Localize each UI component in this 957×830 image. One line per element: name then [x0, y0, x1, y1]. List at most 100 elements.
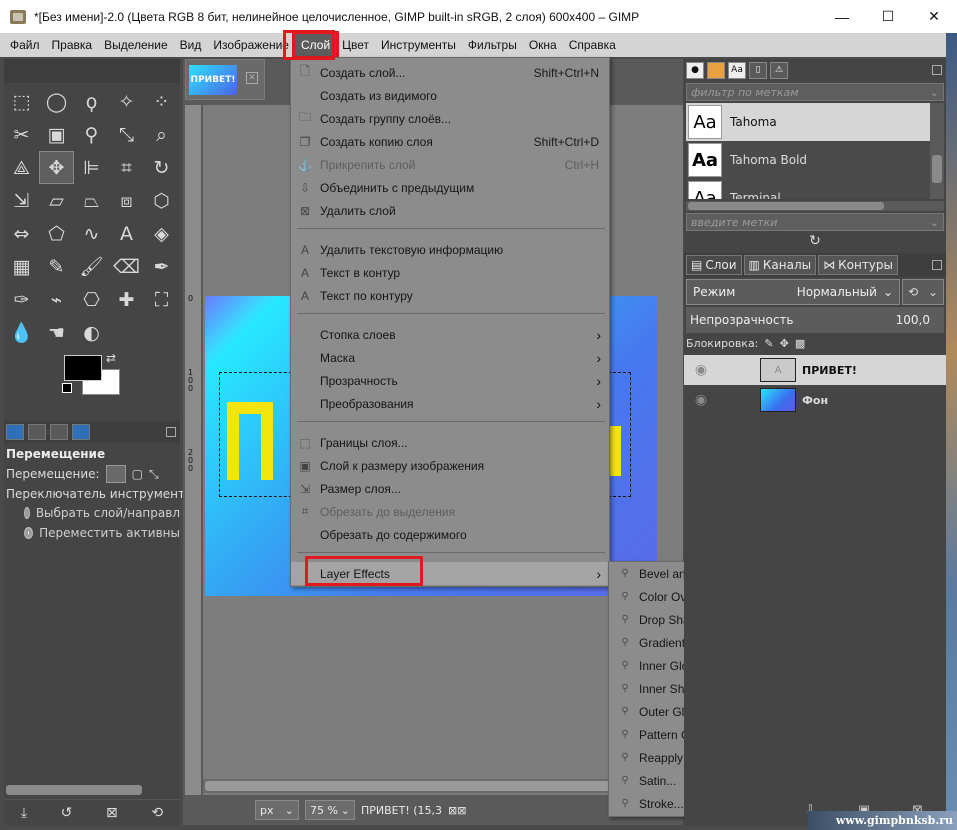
toolbox-scrollbar[interactable]	[4, 783, 180, 797]
dock-menu-icon[interactable]	[932, 65, 942, 75]
measure-icon[interactable]: ⟁	[4, 151, 39, 184]
eraser-icon[interactable]: ⌫	[109, 250, 144, 283]
3d-transform-icon[interactable]: ⧈	[109, 184, 144, 217]
images-tab-icon[interactable]	[72, 424, 90, 440]
tool-options-tab-icon[interactable]	[6, 424, 24, 440]
lock-position-icon[interactable]: ✥	[780, 337, 789, 350]
shear-icon[interactable]: ▱	[39, 184, 74, 217]
save-options-icon[interactable]: ⤓	[21, 805, 27, 821]
delete-options-icon[interactable]: ⊠	[106, 805, 118, 821]
menu-item-merge-down[interactable]: ⇩ Объединить с предыдущим	[291, 176, 609, 199]
menu-item-transparency[interactable]: Прозрачность ›	[291, 369, 609, 392]
menu-select[interactable]: Выделение	[98, 34, 174, 56]
fuzzy-select-icon[interactable]: ✧	[109, 85, 144, 118]
menu-item-text-to-path[interactable]: A Текст в контур	[291, 261, 609, 284]
menu-item-transform[interactable]: Преобразования ›	[291, 392, 609, 415]
crop-icon[interactable]: ⌗	[109, 151, 144, 184]
align-icon[interactable]: ⊫	[74, 151, 109, 184]
blur-icon[interactable]: 💧	[4, 316, 39, 349]
menu-item-new-layer[interactable]: 🗋 Создать слой... Shift+Ctrl+N	[291, 61, 609, 84]
zoom-icon[interactable]: ⌕	[144, 118, 179, 151]
font-list-scrollbar[interactable]	[930, 103, 944, 199]
move-layer-mode-button[interactable]	[105, 465, 126, 483]
layer-row-background[interactable]: ◉ Фон	[684, 385, 946, 415]
move-tool-icon[interactable]: ✥	[39, 151, 74, 184]
menu-item-scale-layer[interactable]: ⇲ Размер слоя...	[291, 477, 609, 500]
unit-select[interactable]: px ⌄	[255, 800, 299, 820]
radio-dot[interactable]	[24, 507, 30, 519]
menu-tools[interactable]: Инструменты	[375, 34, 462, 56]
move-active-radio[interactable]: Переместить активны	[4, 523, 180, 543]
close-image-icon[interactable]: ✕	[246, 72, 258, 84]
menu-view[interactable]: Вид	[174, 34, 208, 56]
device-status-tab-icon[interactable]	[28, 424, 46, 440]
reset-colors-icon[interactable]	[62, 383, 72, 393]
dock-menu-icon[interactable]	[932, 260, 942, 270]
pick-layer-radio[interactable]: Выбрать слой/направл	[4, 503, 180, 523]
font-item-terminal[interactable]: Aa Terminal	[686, 179, 944, 199]
rotate-icon[interactable]: ↻	[144, 151, 179, 184]
pencil-icon[interactable]: ✎	[39, 250, 74, 283]
ellipse-select-icon[interactable]: ◯	[39, 85, 74, 118]
zoom-select[interactable]: 75 % ⌄	[305, 800, 355, 820]
airbrush-icon[interactable]: ✒	[144, 250, 179, 283]
menu-edit[interactable]: Правка	[46, 34, 99, 56]
tab-layers[interactable]: ▤ Слои	[686, 255, 742, 275]
restore-options-icon[interactable]: ↺	[61, 805, 73, 821]
refresh-fonts-icon[interactable]: ↻	[684, 233, 946, 253]
visibility-eye-icon[interactable]: ◉	[684, 392, 718, 408]
perspective-icon[interactable]: ⏢	[74, 184, 109, 217]
menu-file[interactable]: Файл	[4, 34, 46, 56]
color-picker-icon[interactable]: ⤡	[109, 118, 144, 151]
font-tag-filter[interactable]: фильтр по меткам ⌄	[686, 83, 944, 101]
free-select-icon[interactable]: ϙ	[74, 85, 109, 118]
menu-filters[interactable]: Фильтры	[462, 34, 523, 56]
minimize-button[interactable]: —	[819, 0, 865, 33]
paintbrush-icon[interactable]: 🖌	[74, 250, 109, 283]
paths-icon[interactable]: ⚲	[74, 118, 109, 151]
document-history-tab-icon[interactable]: ▯	[749, 61, 767, 79]
menu-item-mask[interactable]: Маска ›	[291, 346, 609, 369]
menu-item-stack[interactable]: Стопка слоев ›	[291, 323, 609, 346]
scale-icon[interactable]: ⇲	[4, 184, 39, 217]
font-tag-entry[interactable]: введите метки ⌄	[686, 213, 944, 231]
ink-icon[interactable]: ✑	[4, 283, 39, 316]
smudge-icon[interactable]: ☚	[39, 316, 74, 349]
color-select-icon[interactable]: ⁘	[144, 85, 179, 118]
menu-item-crop-to-content[interactable]: Обрезать до содержимого	[291, 523, 609, 546]
text-tool-icon[interactable]: A	[109, 217, 144, 250]
menu-item-layer-boundary[interactable]: ⬚ Границы слоя...	[291, 431, 609, 454]
move-selection-mode-icon[interactable]: ▢	[132, 467, 143, 481]
warp-transform-icon[interactable]: ∿	[74, 217, 109, 250]
close-button[interactable]: ✕	[911, 0, 957, 33]
mypaint-brush-icon[interactable]: ⌁	[39, 283, 74, 316]
menu-colors[interactable]: Цвет	[336, 34, 375, 56]
menu-item-delete-layer[interactable]: ⊠ Удалить слой	[291, 199, 609, 222]
menu-image[interactable]: Изображение	[207, 34, 295, 56]
menu-help[interactable]: Справка	[563, 34, 622, 56]
tab-paths[interactable]: ⋈ Контуры	[818, 255, 898, 275]
menu-item-discard-text[interactable]: A Удалить текстовую информацию	[291, 238, 609, 261]
scissors-icon[interactable]: ✂	[4, 118, 39, 151]
menu-item-layer-to-image-size[interactable]: ▣ Слой к размеру изображения	[291, 454, 609, 477]
undo-history-tab-icon[interactable]	[50, 424, 68, 440]
heal-icon[interactable]: ✚	[109, 283, 144, 316]
visibility-eye-icon[interactable]: ◉	[684, 362, 718, 378]
font-list-hscrollbar[interactable]	[686, 201, 944, 211]
reset-options-icon[interactable]: ⟲	[151, 805, 163, 821]
menu-windows[interactable]: Окна	[523, 34, 563, 56]
gradient-icon[interactable]: ▦	[4, 250, 39, 283]
horizontal-scrollbar[interactable]	[203, 779, 665, 793]
unified-transform-icon[interactable]: ⬡	[144, 184, 179, 217]
perspective-clone-icon[interactable]: ⛶	[144, 283, 179, 316]
lock-pixels-icon[interactable]: ✎	[764, 337, 773, 350]
brushes-tab-icon[interactable]: ●	[686, 61, 704, 79]
menu-item-new-from-visible[interactable]: Создать из видимого	[291, 84, 609, 107]
opacity-slider[interactable]: Непрозрачность 100,0	[686, 307, 944, 333]
layer-row-text[interactable]: ◉ A ПРИВЕТ!	[684, 355, 946, 385]
foreground-color-swatch[interactable]	[64, 355, 102, 381]
dodge-burn-icon[interactable]: ◐	[74, 316, 109, 349]
move-path-mode-icon[interactable]: ⤡	[149, 467, 159, 482]
lock-alpha-icon[interactable]: ▩	[795, 337, 805, 350]
fonts-tab-icon[interactable]: Aa	[728, 61, 746, 79]
